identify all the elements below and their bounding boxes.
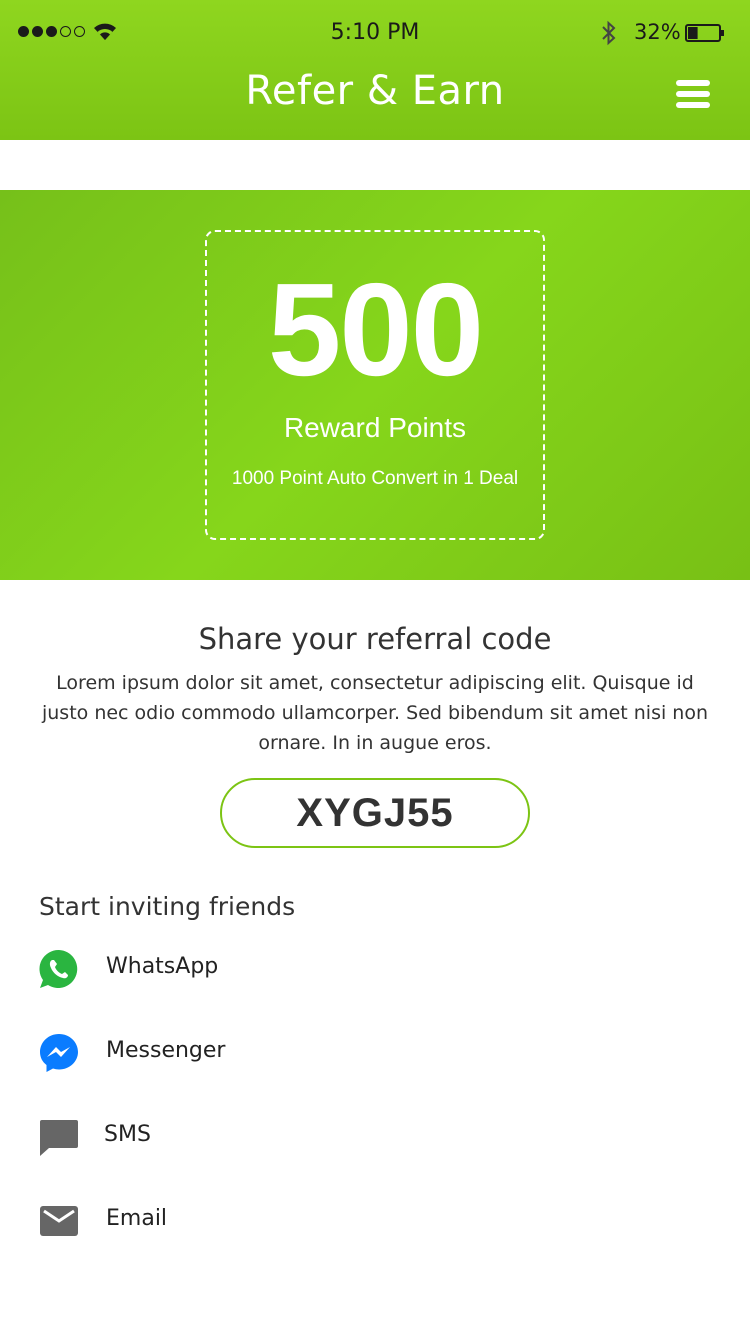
invite-item-label: Email <box>106 1206 168 1231</box>
page-title: Refer & Earn <box>245 68 505 114</box>
app-header: 5:10 PM 32% Refer & Earn <box>0 0 750 140</box>
bluetooth-icon <box>602 20 616 46</box>
battery-icon <box>685 24 724 42</box>
reward-points-note: 1000 Point Auto Convert in 1 Deal <box>231 468 519 489</box>
battery-percentage: 32% <box>634 20 681 44</box>
reward-banner: 500 Reward Points 1000 Point Auto Conver… <box>0 190 750 580</box>
hamburger-menu-icon[interactable] <box>676 80 710 108</box>
invite-item-label: Messenger <box>106 1038 226 1063</box>
share-title: Share your referral code <box>198 622 552 656</box>
whatsapp-icon <box>39 949 78 988</box>
invite-item-whatsapp[interactable]: WhatsApp <box>0 930 750 1010</box>
sms-icon <box>40 1120 78 1156</box>
invite-title: Start inviting friends <box>39 892 296 921</box>
invite-item-label: SMS <box>104 1122 151 1147</box>
status-bar: 5:10 PM 32% <box>0 0 750 64</box>
share-description: Lorem ipsum dolor sit amet, consectetur … <box>41 672 709 754</box>
referral-code[interactable]: XYGJ55 <box>220 778 530 848</box>
messenger-icon <box>40 1034 78 1072</box>
email-icon <box>40 1206 78 1236</box>
invite-item-sms[interactable]: SMS <box>0 1098 750 1178</box>
invite-item-label: WhatsApp <box>106 954 219 979</box>
reward-points-label: Reward Points <box>283 412 467 443</box>
invite-item-email[interactable]: Email <box>0 1182 750 1262</box>
reward-coupon: 500 Reward Points 1000 Point Auto Conver… <box>205 230 545 540</box>
reward-points-value: 500 <box>267 256 484 403</box>
invite-item-messenger[interactable]: Messenger <box>0 1014 750 1094</box>
